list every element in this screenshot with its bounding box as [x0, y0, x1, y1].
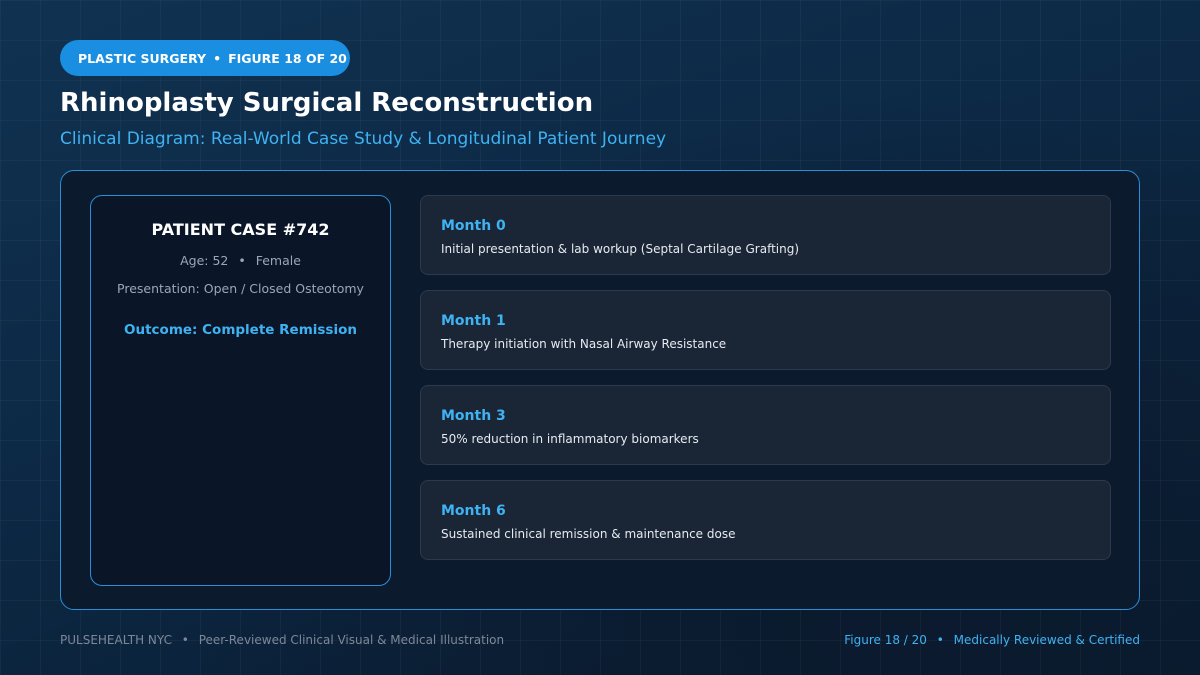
timeline-item-label: Month 1: [441, 313, 506, 329]
timeline-item-label: Month 3: [441, 408, 506, 424]
timeline-item: Month 0 Initial presentation & lab worku…: [420, 195, 1111, 275]
timeline-item: Month 3 50% reduction in inflammatory bi…: [420, 385, 1111, 465]
badge-category: PLASTIC SURGERY: [78, 50, 207, 66]
footer-separator: •: [181, 633, 189, 647]
page-subtitle: Clinical Diagram: Real-World Case Study …: [60, 129, 667, 149]
timeline-item-description: 50% reduction in inflammatory biomarkers: [441, 432, 699, 446]
timeline-item: Month 1 Therapy initiation with Nasal Ai…: [420, 290, 1111, 370]
patient-timeline: Month 0 Initial presentation & lab worku…: [420, 195, 1111, 575]
case-outcome: Outcome: Complete Remission: [124, 322, 357, 338]
footer-figure-number: Figure 18 / 20: [844, 633, 927, 647]
category-badge: PLASTIC SURGERY • FIGURE 18 OF 20: [60, 40, 350, 76]
timeline-item-label: Month 0: [441, 218, 506, 234]
page-title: Rhinoplasty Surgical Reconstruction: [60, 88, 594, 118]
timeline-item: Month 6 Sustained clinical remission & m…: [420, 480, 1111, 560]
case-demographics: Age: 52 • Female: [91, 253, 390, 268]
timeline-item-description: Therapy initiation with Nasal Airway Res…: [441, 337, 727, 351]
case-separator: •: [238, 253, 246, 268]
footer-brand-name: PULSEHEALTH NYC: [60, 633, 172, 647]
timeline-item-description: Sustained clinical remission & maintenan…: [441, 527, 736, 541]
timeline-item-label: Month 6: [441, 503, 506, 519]
case-title: PATIENT CASE #742: [151, 220, 330, 239]
footer-brand: PULSEHEALTH NYC • Peer-Reviewed Clinical…: [60, 633, 504, 647]
footer-tagline: Peer-Reviewed Clinical Visual & Medical …: [198, 633, 505, 647]
badge-figure: FIGURE 18 OF 20: [228, 50, 347, 66]
case-sex: Female: [255, 253, 301, 268]
case-age: Age: 52: [180, 253, 229, 268]
timeline-item-description: Initial presentation & lab workup (Septa…: [441, 242, 800, 256]
patient-case-card: PATIENT CASE #742 Age: 52 • Female Prese…: [90, 195, 391, 586]
footer-certification: Medically Reviewed & Certified: [953, 633, 1140, 647]
footer-separator: •: [936, 633, 944, 647]
badge-separator: •: [213, 50, 222, 66]
footer-figure-info: Figure 18 / 20 • Medically Reviewed & Ce…: [844, 633, 1140, 647]
case-presentation: Presentation: Open / Closed Osteotomy: [117, 281, 364, 296]
diagram-panel: PATIENT CASE #742 Age: 52 • Female Prese…: [60, 170, 1140, 610]
